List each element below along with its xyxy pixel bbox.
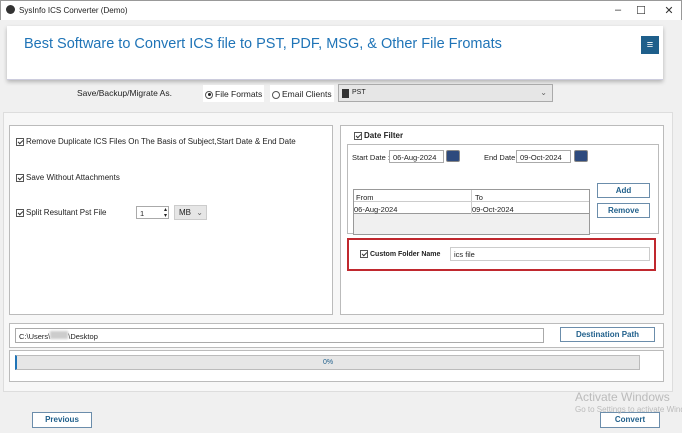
table-row[interactable]: 06-Aug-2024 09-Oct-2024 bbox=[354, 202, 589, 214]
checkbox-icon bbox=[16, 137, 24, 146]
filter-panel: Date Filter Start Date : 06-Aug-2024 End… bbox=[340, 125, 664, 315]
title-bar: SysInfo ICS Converter (Demo) – ☐ ✕ bbox=[0, 0, 682, 20]
date-filter-group: Start Date : 06-Aug-2024 End Date : 09-O… bbox=[347, 144, 659, 235]
previous-button[interactable]: Previous bbox=[32, 412, 92, 428]
progress-bar: 0% bbox=[15, 355, 640, 370]
activate-windows-watermark: Activate Windows bbox=[575, 390, 670, 404]
checkbox-icon bbox=[16, 208, 24, 217]
convert-button[interactable]: Convert bbox=[600, 412, 660, 428]
chevron-down-icon: ⌄ bbox=[196, 208, 203, 217]
stepper-arrows-icon[interactable]: ▴ ▾ bbox=[164, 207, 167, 219]
redacted-username bbox=[50, 331, 69, 339]
banner-title: Best Software to Convert ICS file to PST… bbox=[24, 36, 502, 52]
checkbox-icon bbox=[360, 250, 368, 258]
progress-label: 0% bbox=[322, 359, 334, 366]
window-title: SysInfo ICS Converter (Demo) bbox=[19, 6, 128, 15]
split-unit-dropdown[interactable]: MB ⌄ bbox=[174, 205, 207, 220]
destination-group: C:\Users\ \Desktop Destination Path bbox=[9, 323, 664, 348]
format-dropdown[interactable]: PST ⌄ bbox=[338, 84, 553, 102]
column-to: To bbox=[471, 190, 486, 202]
options-panel: Remove Duplicate ICS Files On The Basis … bbox=[9, 125, 333, 315]
minimize-button[interactable]: – bbox=[610, 4, 626, 16]
end-date-input[interactable]: 09-Oct-2024 bbox=[516, 150, 571, 163]
radio-icon bbox=[272, 90, 280, 99]
checkbox-icon bbox=[354, 131, 362, 140]
calendar-icon[interactable] bbox=[574, 150, 588, 162]
maximize-button[interactable]: ☐ bbox=[633, 4, 649, 17]
checkbox-icon bbox=[16, 173, 24, 182]
column-from: From bbox=[356, 193, 374, 202]
save-without-attachments-checkbox[interactable]: Save Without Attachments bbox=[16, 173, 120, 182]
progress-group: 0% bbox=[9, 350, 664, 382]
radio-file-formats[interactable]: File Formats bbox=[203, 85, 265, 102]
end-date-label: End Date : bbox=[484, 153, 520, 162]
radio-email-clients[interactable]: Email Clients bbox=[270, 85, 334, 102]
start-date-input[interactable]: 06-Aug-2024 bbox=[389, 150, 444, 163]
destination-path-input[interactable]: C:\Users\ \Desktop bbox=[15, 328, 544, 343]
add-button[interactable]: Add bbox=[597, 183, 650, 198]
radio-icon bbox=[205, 90, 213, 99]
start-date-label: Start Date : bbox=[352, 153, 390, 162]
chevron-down-icon: ⌄ bbox=[540, 88, 547, 97]
remove-duplicates-checkbox[interactable]: Remove Duplicate ICS Files On The Basis … bbox=[16, 137, 296, 146]
custom-folder-checkbox[interactable]: Custom Folder Name bbox=[360, 250, 440, 258]
header-banner: Best Software to Convert ICS file to PST… bbox=[7, 26, 663, 80]
split-size-stepper[interactable]: 1 ▴ ▾ bbox=[136, 206, 169, 219]
calendar-icon[interactable] bbox=[446, 150, 460, 162]
remove-button[interactable]: Remove bbox=[597, 203, 650, 218]
split-pst-checkbox[interactable]: Split Resultant Pst File bbox=[16, 208, 106, 217]
date-filter-checkbox[interactable]: Date Filter bbox=[354, 131, 403, 140]
custom-folder-group: Custom Folder Name ics file bbox=[347, 238, 656, 271]
destination-path-button[interactable]: Destination Path bbox=[560, 327, 655, 342]
app-logo-icon bbox=[6, 5, 15, 14]
activate-windows-subtext: Go to Settings to activate Windows. bbox=[575, 405, 682, 414]
save-as-label: Save/Backup/Migrate As. bbox=[77, 88, 172, 98]
custom-folder-input[interactable]: ics file bbox=[450, 247, 650, 261]
date-range-table: From To 06-Aug-2024 09-Oct-2024 bbox=[353, 189, 590, 235]
menu-button[interactable]: ≡ bbox=[641, 36, 659, 54]
close-button[interactable]: ✕ bbox=[661, 4, 677, 17]
pst-file-icon bbox=[342, 89, 349, 98]
hamburger-icon: ≡ bbox=[646, 39, 654, 51]
